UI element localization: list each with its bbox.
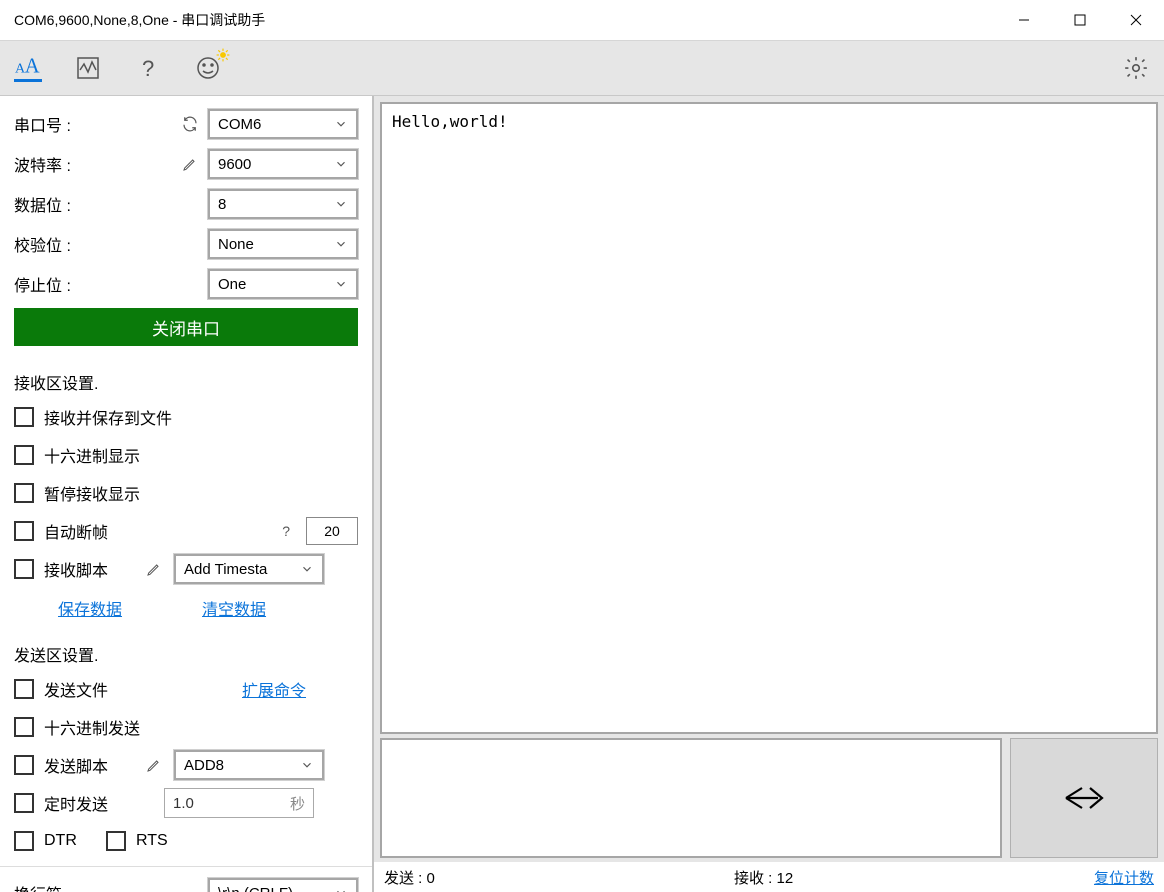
timed-unit: 秒 xyxy=(290,793,305,814)
recv-save-file-checkbox[interactable] xyxy=(14,407,34,427)
parity-select[interactable]: None xyxy=(208,229,358,259)
autoframe-help-icon[interactable]: ? xyxy=(282,523,290,539)
waveform-tab-icon[interactable] xyxy=(74,54,102,82)
port-value: COM6 xyxy=(218,116,261,133)
send-script-checkbox[interactable] xyxy=(14,755,34,775)
save-data-link[interactable]: 保存数据 xyxy=(58,596,122,620)
send-section-title: 发送区设置. xyxy=(0,628,372,670)
chevron-down-icon xyxy=(334,886,348,892)
send-hex-checkbox[interactable] xyxy=(14,717,34,737)
timed-send-label: 定时发送 xyxy=(44,791,154,815)
window-title: COM6,9600,None,8,One - 串口调试助手 xyxy=(14,10,265,30)
newline-select[interactable]: \r\n (CRLF) xyxy=(208,878,358,892)
chevron-down-icon xyxy=(334,117,348,131)
help-icon[interactable]: ? xyxy=(134,54,162,82)
baud-label: 波特率 : xyxy=(14,152,94,176)
databits-value: 8 xyxy=(218,196,226,213)
recv-script-select[interactable]: Add Timesta xyxy=(174,554,324,584)
sent-label: 发送 : xyxy=(384,870,422,887)
send-file-label: 发送文件 xyxy=(44,677,232,701)
recv-section-title: 接收区设置. xyxy=(0,356,372,398)
send-textarea[interactable] xyxy=(380,738,1002,858)
ext-cmd-link[interactable]: 扩展命令 xyxy=(242,677,306,701)
dtr-label: DTR xyxy=(44,832,96,850)
svg-text:A: A xyxy=(25,55,40,77)
send-script-label: 发送脚本 xyxy=(44,753,134,777)
chevron-down-icon xyxy=(300,562,314,576)
clear-data-link[interactable]: 清空数据 xyxy=(202,596,266,620)
send-hex-label: 十六进制发送 xyxy=(44,715,358,739)
baud-select[interactable]: 9600 xyxy=(208,149,358,179)
recv-pause-checkbox[interactable] xyxy=(14,483,34,503)
databits-select[interactable]: 8 xyxy=(208,189,358,219)
timed-value: 1.0 xyxy=(173,795,194,812)
databits-label: 数据位 : xyxy=(14,192,94,216)
chevron-down-icon xyxy=(334,277,348,291)
minimize-button[interactable] xyxy=(996,0,1052,40)
timed-send-checkbox[interactable] xyxy=(14,793,34,813)
close-window-button[interactable] xyxy=(1108,0,1164,40)
close-port-button[interactable]: 关闭串口 xyxy=(14,308,358,346)
port-label: 串口号 : xyxy=(14,112,94,136)
receive-textarea[interactable]: Hello,world! xyxy=(380,102,1158,734)
port-select[interactable]: COM6 xyxy=(208,109,358,139)
edit-icon[interactable] xyxy=(144,559,164,579)
rts-label: RTS xyxy=(136,832,358,850)
chevron-down-icon xyxy=(334,197,348,211)
recv-hex-label: 十六进制显示 xyxy=(44,443,358,467)
autoframe-value-input[interactable] xyxy=(306,517,358,545)
settings-gear-icon[interactable] xyxy=(1122,54,1150,82)
send-button[interactable] xyxy=(1010,738,1158,858)
newline-label: 换行符 xyxy=(14,881,124,892)
chevron-down-icon xyxy=(334,237,348,251)
svg-text:?: ? xyxy=(142,56,154,80)
reset-counter-link[interactable]: 复位计数 xyxy=(1094,867,1154,888)
baud-value: 9600 xyxy=(218,156,251,173)
parity-value: None xyxy=(218,236,254,253)
newline-value: \r\n (CRLF) xyxy=(218,885,293,892)
send-script-select[interactable]: ADD8 xyxy=(174,750,324,780)
recv-autoframe-label: 自动断帧 xyxy=(44,519,272,543)
timed-interval-input[interactable]: 1.0 秒 xyxy=(164,788,314,818)
stopbits-select[interactable]: One xyxy=(208,269,358,299)
recv-script-checkbox[interactable] xyxy=(14,559,34,579)
parity-label: 校验位 : xyxy=(14,232,94,256)
refresh-icon[interactable] xyxy=(180,114,200,134)
font-tab-icon[interactable]: AA xyxy=(14,54,42,82)
sent-value: 0 xyxy=(427,870,435,887)
dtr-checkbox[interactable] xyxy=(14,831,34,851)
smiley-icon[interactable] xyxy=(194,54,222,82)
recv-script-label: 接收脚本 xyxy=(44,557,134,581)
recv-hex-checkbox[interactable] xyxy=(14,445,34,465)
maximize-button[interactable] xyxy=(1052,0,1108,40)
recv-save-file-label: 接收并保存到文件 xyxy=(44,405,358,429)
stopbits-label: 停止位 : xyxy=(14,272,94,296)
recv-stat-label: 接收 : xyxy=(734,870,772,887)
chevron-down-icon xyxy=(300,758,314,772)
chevron-down-icon xyxy=(334,157,348,171)
recv-autoframe-checkbox[interactable] xyxy=(14,521,34,541)
send-file-checkbox[interactable] xyxy=(14,679,34,699)
edit-icon[interactable] xyxy=(144,755,164,775)
edit-icon[interactable] xyxy=(180,154,200,174)
send-script-value: ADD8 xyxy=(184,757,224,774)
recv-stat-value: 12 xyxy=(777,870,794,887)
stopbits-value: One xyxy=(218,276,246,293)
rts-checkbox[interactable] xyxy=(106,831,126,851)
recv-pause-label: 暂停接收显示 xyxy=(44,481,358,505)
recv-script-value: Add Timesta xyxy=(184,561,267,578)
